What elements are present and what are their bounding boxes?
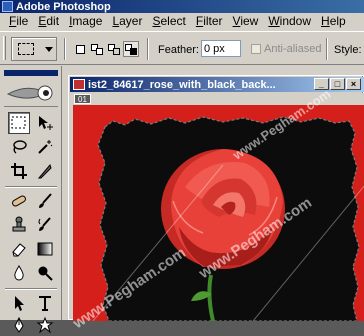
- type-t-icon: [39, 296, 51, 311]
- stamp-icon: [12, 216, 26, 232]
- app-titlebar: Adobe Photoshop: [0, 0, 364, 13]
- gradient-tool[interactable]: [34, 238, 56, 260]
- menu-select[interactable]: Select: [147, 13, 190, 30]
- document-window: ist2_84617_rose_with_black_back... _ □ ×…: [68, 75, 364, 321]
- rectangular-marquee-icon: [11, 116, 26, 129]
- rose-image: [92, 116, 364, 321]
- style-label: Style:: [334, 44, 362, 56]
- water-drop-icon: [14, 265, 24, 281]
- options-bar-grip[interactable]: [3, 36, 6, 60]
- healing-brush-tool[interactable]: [8, 190, 30, 212]
- maximize-icon: □: [334, 79, 341, 89]
- antialiased-checkbox[interactable]: [251, 44, 261, 54]
- options-separator: [326, 38, 328, 60]
- photoshop-eye-logo[interactable]: [4, 79, 58, 107]
- app-title: Adobe Photoshop: [16, 0, 111, 13]
- new-selection-icon: [76, 45, 85, 54]
- document-icon: [73, 79, 85, 90]
- type-tool[interactable]: [34, 292, 56, 314]
- options-bar: Feather: Anti-aliased Style:: [0, 31, 364, 65]
- custom-shape-tool[interactable]: [34, 314, 56, 336]
- menu-help[interactable]: Help: [316, 13, 351, 30]
- lasso-icon: [13, 140, 27, 154]
- photoshop-window: Adobe Photoshop File Edit Image Layer Se…: [0, 0, 364, 334]
- pen-nib-icon: [14, 316, 24, 333]
- window-controls: _ □ ×: [314, 78, 361, 90]
- lasso-tool[interactable]: [8, 136, 30, 158]
- dodge-tool[interactable]: [34, 262, 56, 284]
- menubar: File Edit Image Layer Select Filter View…: [0, 13, 364, 30]
- document-tab[interactable]: 01: [74, 94, 91, 104]
- feather-label: Feather:: [158, 44, 199, 56]
- options-separator: [64, 38, 66, 60]
- history-brush-tool[interactable]: [34, 214, 56, 236]
- maximize-button[interactable]: □: [330, 78, 345, 90]
- move-arrow-icon: [39, 116, 53, 130]
- close-button[interactable]: ×: [346, 78, 361, 90]
- image-canvas[interactable]: [73, 105, 364, 321]
- document-tabbar: 01: [70, 93, 364, 105]
- toolbox-titlebar[interactable]: [4, 70, 58, 76]
- menu-filter[interactable]: Filter: [191, 13, 228, 30]
- eraser-tool[interactable]: [8, 238, 30, 260]
- clone-stamp-tool[interactable]: [8, 214, 30, 236]
- path-arrow-icon: [15, 296, 24, 311]
- crop-icon: [11, 163, 27, 179]
- toolbox: [0, 66, 62, 334]
- toolbox-separator: [5, 186, 57, 188]
- feather-input[interactable]: [201, 40, 241, 57]
- menu-window[interactable]: Window: [263, 13, 316, 30]
- antialiased-label: Anti-aliased: [264, 43, 322, 55]
- menu-view[interactable]: View: [228, 13, 264, 30]
- eye-logo-icon: [6, 85, 53, 101]
- crop-tool[interactable]: [8, 160, 30, 182]
- magic-wand-icon: [38, 140, 53, 154]
- slice-knife-icon: [37, 163, 52, 179]
- document-title: ist2_84617_rose_with_black_back...: [88, 78, 276, 91]
- new-selection-button[interactable]: [72, 41, 88, 57]
- menu-layer[interactable]: Layer: [107, 13, 147, 30]
- path-selection-tool[interactable]: [8, 292, 30, 314]
- magnifier-dodge-icon: [38, 266, 53, 281]
- minimize-icon: _: [318, 79, 324, 89]
- eraser-icon: [12, 243, 26, 257]
- gradient-icon: [37, 242, 53, 256]
- brush-icon: [39, 193, 52, 208]
- bandage-icon: [12, 195, 26, 207]
- rectangular-marquee-icon: [18, 43, 34, 55]
- subtract-from-selection-button[interactable]: [106, 41, 122, 57]
- menu-image[interactable]: Image: [64, 13, 107, 30]
- menu-file[interactable]: File: [4, 13, 33, 30]
- slice-tool[interactable]: [34, 160, 56, 182]
- blur-tool[interactable]: [8, 262, 30, 284]
- marquee-tool[interactable]: [8, 112, 30, 134]
- intersect-selection-button[interactable]: [123, 41, 139, 57]
- magic-wand-tool[interactable]: [34, 136, 56, 158]
- options-separator: [147, 38, 149, 60]
- menu-edit[interactable]: Edit: [33, 13, 64, 30]
- history-brush-icon: [38, 217, 51, 231]
- close-icon: ×: [350, 79, 357, 89]
- move-tool[interactable]: [34, 112, 56, 134]
- brush-tool[interactable]: [34, 190, 56, 212]
- tool-preset-picker[interactable]: [11, 37, 57, 61]
- add-to-selection-button[interactable]: [89, 41, 105, 57]
- minimize-button[interactable]: _: [314, 78, 329, 90]
- toolbox-separator: [5, 288, 57, 290]
- photoshop-app-icon[interactable]: [2, 1, 13, 12]
- pen-tool[interactable]: [8, 314, 30, 336]
- custom-shape-icon: [36, 316, 54, 334]
- chevron-down-icon: [45, 47, 53, 52]
